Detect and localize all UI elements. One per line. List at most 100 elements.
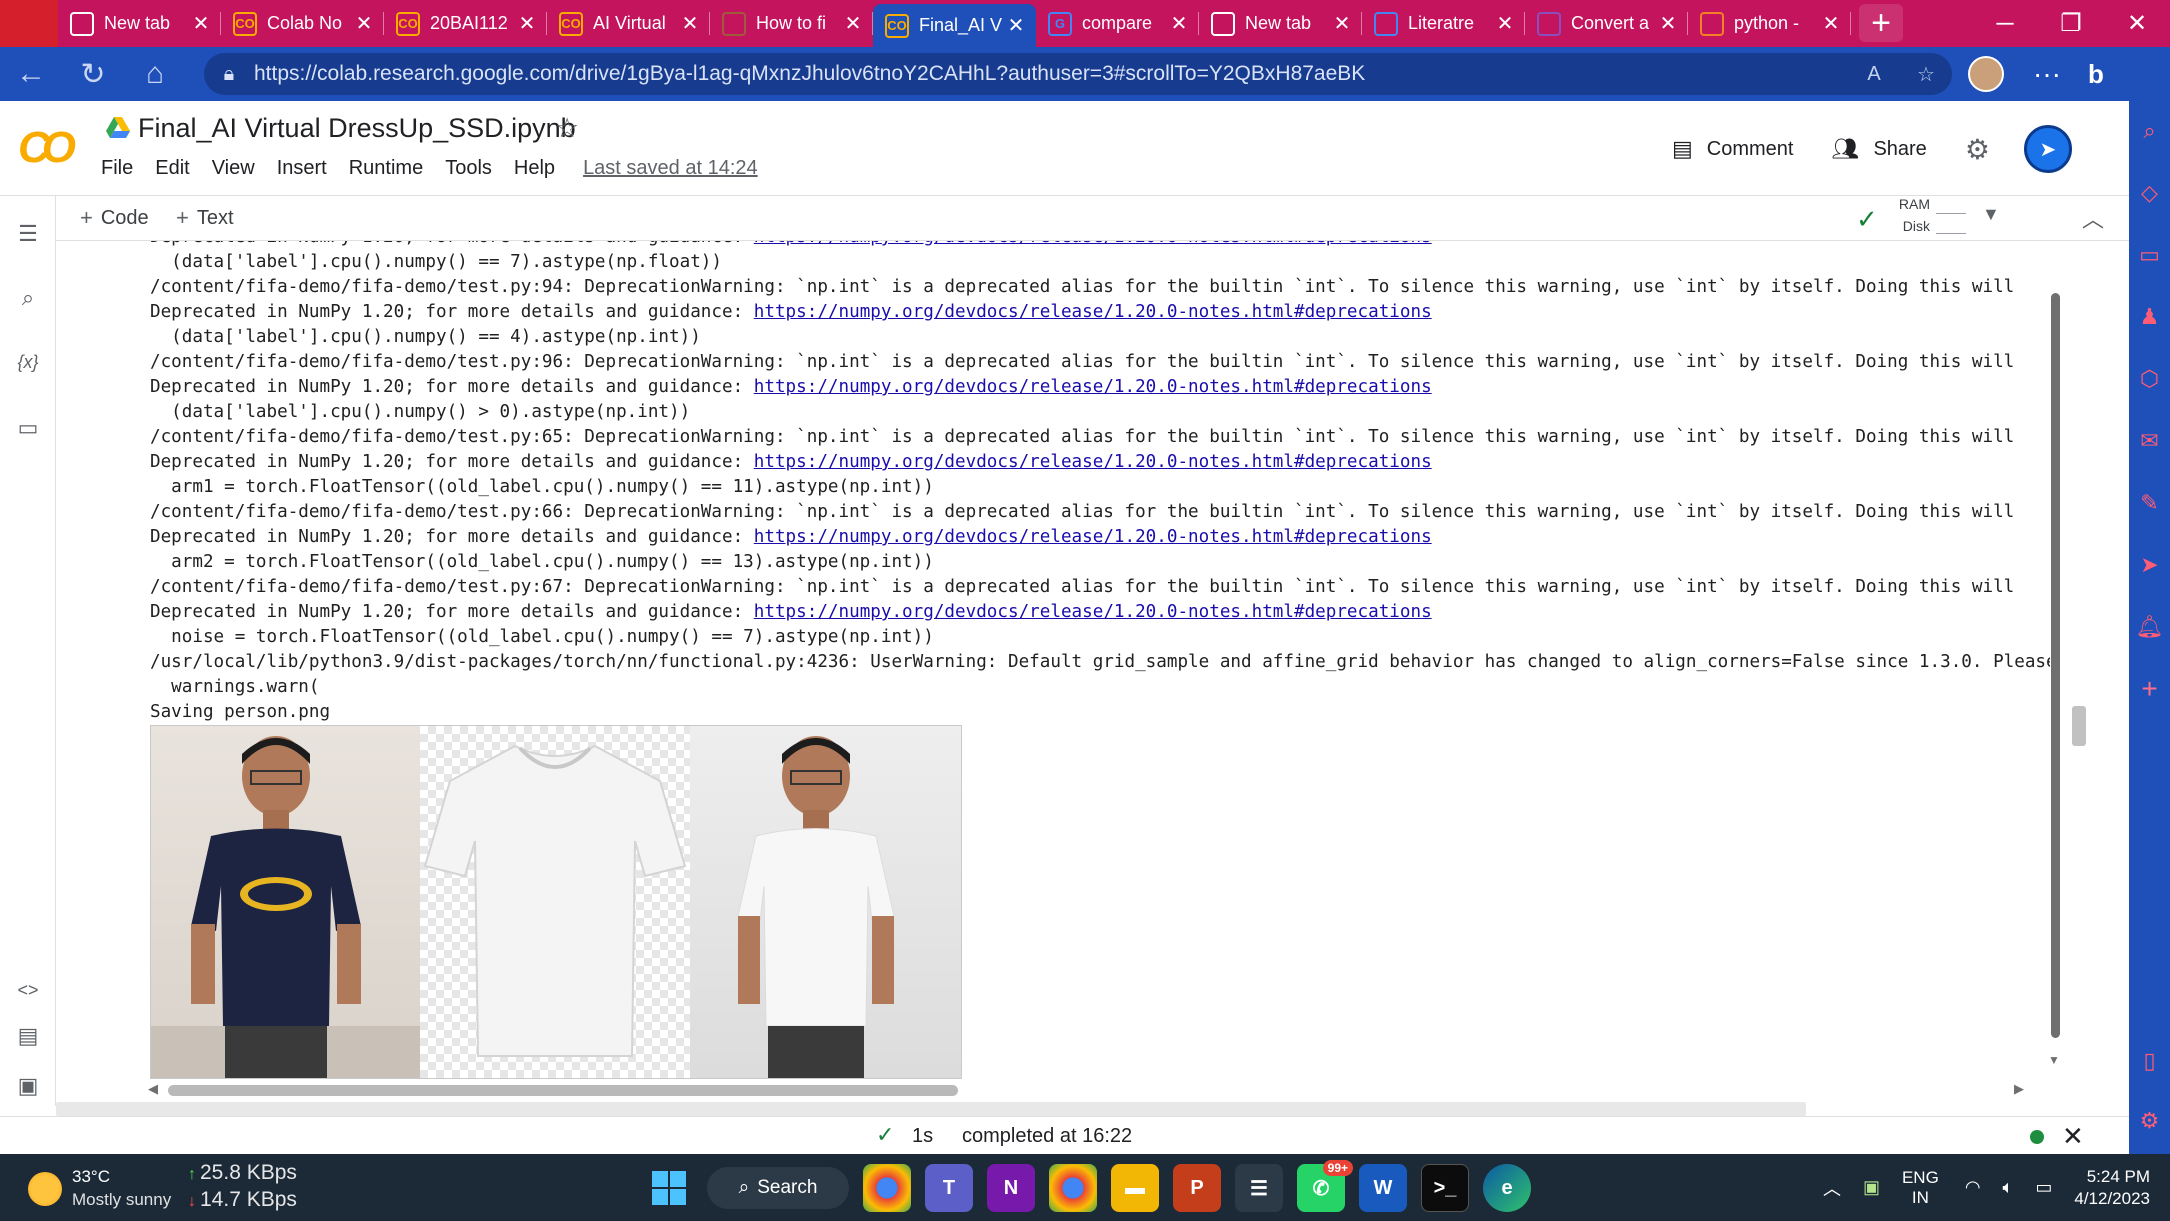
browser-tab[interactable]: CO Final_AI V ✕ <box>873 4 1036 47</box>
show-hidden-icons[interactable]: ︿ <box>1823 1175 1841 1201</box>
close-tab-icon[interactable]: ✕ <box>1332 11 1352 36</box>
terminal-icon[interactable]: ▣ <box>0 1068 56 1104</box>
google-drive-icon[interactable] <box>106 117 130 139</box>
drop-icon[interactable]: ✎ <box>2129 483 2170 523</box>
sidebar-settings-icon[interactable]: ⚙ <box>2129 1101 2170 1141</box>
resources-indicator[interactable]: ✓ RAM Disk <box>1856 196 1966 238</box>
outlook-icon[interactable]: ✉ <box>2129 421 2170 461</box>
scroll-right-icon[interactable]: ▶ <box>2014 1081 2024 1097</box>
browser-tab[interactable]: CO AI Virtual ✕ <box>547 0 710 47</box>
terminal-icon[interactable]: >_ <box>1421 1164 1469 1212</box>
deprecation-link[interactable]: https://numpy.org/devdocs/release/1.20.0… <box>754 527 1432 547</box>
sidebar-layout-icon[interactable]: ▯ <box>2129 1041 2170 1081</box>
back-icon[interactable]: ← <box>0 47 62 101</box>
teams-icon[interactable]: T <box>925 1164 973 1212</box>
edge-icon[interactable]: e <box>1483 1164 1531 1212</box>
restore-icon[interactable]: ❐ <box>2038 0 2104 47</box>
horizontal-scroll-thumb[interactable] <box>168 1085 958 1096</box>
workspace-icon[interactable] <box>0 0 58 47</box>
deprecation-link[interactable]: https://numpy.org/devdocs/release/1.20.0… <box>754 377 1432 397</box>
office-icon[interactable]: ⬡ <box>2129 359 2170 399</box>
profile-avatar[interactable] <box>1968 56 2004 92</box>
browser-tab[interactable]: New tab ✕ <box>58 0 221 47</box>
close-tab-icon[interactable]: ✕ <box>1006 13 1026 38</box>
word-icon[interactable]: W <box>1359 1164 1407 1212</box>
vertical-scroll-thumb[interactable] <box>2051 293 2060 1038</box>
close-tab-icon[interactable]: ✕ <box>1169 11 1189 36</box>
settings-gear-icon[interactable]: ⚙ <box>1965 133 1990 166</box>
games-icon[interactable]: ♟ <box>2129 297 2170 337</box>
more-options-icon[interactable]: ··· <box>2022 58 2072 90</box>
menu-view[interactable]: View <box>212 157 255 180</box>
close-tab-icon[interactable]: ✕ <box>354 11 374 36</box>
code-snippets-icon[interactable]: <> <box>0 972 56 1008</box>
close-tab-icon[interactable]: ✕ <box>1821 11 1841 36</box>
close-tab-icon[interactable]: ✕ <box>843 11 863 36</box>
browser-tab[interactable]: New tab ✕ <box>1199 0 1362 47</box>
collapse-header-icon[interactable]: ︿ <box>2082 202 2104 234</box>
scroll-left-icon[interactable]: ◀ <box>148 1081 158 1097</box>
comment-button[interactable]: ▤ Comment <box>1672 136 1794 162</box>
close-tab-icon[interactable]: ✕ <box>1658 11 1678 36</box>
send-icon[interactable]: ➤ <box>2129 545 2170 585</box>
whatsapp-icon[interactable]: ✆ 99+ <box>1297 1160 1353 1212</box>
close-tab-icon[interactable]: ✕ <box>680 11 700 36</box>
add-text-button[interactable]: + Text <box>176 205 234 231</box>
tray-app-icon[interactable]: ▣ <box>1863 1177 1880 1198</box>
minimize-icon[interactable]: ─ <box>1972 0 2038 47</box>
file-explorer-icon[interactable]: ▬ <box>1111 1164 1159 1212</box>
notebook-scroll-thumb[interactable] <box>2072 706 2086 746</box>
chrome-icon[interactable] <box>863 1164 911 1212</box>
menu-tools[interactable]: Tools <box>445 157 492 180</box>
close-window-icon[interactable]: ✕ <box>2104 0 2170 47</box>
add-code-button[interactable]: + Code <box>80 205 149 231</box>
home-icon[interactable]: ⌂ <box>124 47 186 101</box>
table-of-contents-icon[interactable]: ☰ <box>0 216 56 252</box>
share-button[interactable]: 👥︎ Share <box>1832 136 1927 162</box>
onenote-icon[interactable]: N <box>987 1164 1035 1212</box>
tools-briefcase-icon[interactable]: ▭ <box>2129 235 2170 275</box>
taskbar-search-button[interactable]: ⌕ Search <box>707 1167 849 1209</box>
account-avatar[interactable]: ➤ <box>2023 125 2072 173</box>
weather-widget[interactable]: 33°C Mostly sunny <box>28 1162 188 1214</box>
close-status-icon[interactable]: ✕ <box>2062 1121 2084 1152</box>
notebook-horizontal-thumb[interactable] <box>56 1102 1806 1116</box>
wifi-icon[interactable]: ◠ <box>1965 1177 1981 1198</box>
notebook-title[interactable]: Final_AI Virtual DressUp_SSD.ipynb <box>138 113 576 144</box>
powerpoint-icon[interactable]: P <box>1173 1164 1221 1212</box>
deprecation-link[interactable]: https://numpy.org/devdocs/release/1.20.0… <box>754 452 1432 472</box>
lock-icon[interactable]: 🔒︎ <box>204 63 254 86</box>
close-tab-icon[interactable]: ✕ <box>1495 11 1515 36</box>
chrome-profile-icon[interactable] <box>1049 1164 1097 1212</box>
notebook-horizontal-scrollbar[interactable] <box>56 1102 2129 1116</box>
files-folder-icon[interactable]: ▭ <box>0 410 56 446</box>
variables-icon[interactable]: {x} <box>0 344 56 380</box>
task-manager-icon[interactable]: ☰ <box>1235 1164 1283 1212</box>
browser-tab[interactable]: Convert a ✕ <box>1525 0 1688 47</box>
star-icon[interactable]: ☆ <box>555 113 579 144</box>
menu-insert[interactable]: Insert <box>277 157 327 180</box>
notification-icon[interactable]: 🔔︎ <box>2129 607 2170 647</box>
windows-start-icon[interactable] <box>645 1164 693 1212</box>
menu-edit[interactable]: Edit <box>155 157 189 180</box>
command-palette-icon[interactable]: ▤ <box>0 1018 56 1054</box>
close-tab-icon[interactable]: ✕ <box>191 11 211 36</box>
reload-icon[interactable]: ↻ <box>62 47 124 101</box>
browser-tab[interactable]: CO Colab No ✕ <box>221 0 384 47</box>
deprecation-link[interactable]: https://numpy.org/devdocs/release/1.20.0… <box>754 602 1432 622</box>
browser-tab[interactable]: How to fi ✕ <box>710 0 873 47</box>
menu-file[interactable]: File <box>101 157 133 180</box>
add-sidebar-app-icon[interactable]: + <box>2129 669 2170 709</box>
scroll-down-icon[interactable]: ▼ <box>2048 1053 2060 1067</box>
menu-runtime[interactable]: Runtime <box>349 157 423 180</box>
browser-tab[interactable]: Literatre ✕ <box>1362 0 1525 47</box>
last-saved-link[interactable]: Last saved at 14:24 <box>583 157 758 180</box>
browser-tab[interactable]: Gcompare ✕ <box>1036 0 1199 47</box>
deprecation-link[interactable]: https://numpy.org/devdocs/release/1.20.0… <box>754 241 1432 247</box>
new-tab-button[interactable]: + <box>1859 4 1903 42</box>
read-aloud-icon[interactable]: A <box>1848 63 1900 86</box>
browser-tab[interactable]: CO 20BAI112 ✕ <box>384 0 547 47</box>
clock[interactable]: 5:24 PM 4/12/2023 <box>2074 1166 2150 1210</box>
search-icon[interactable]: ⌕ <box>2129 111 2170 151</box>
shopping-tag-icon[interactable]: ◇ <box>2129 173 2170 213</box>
